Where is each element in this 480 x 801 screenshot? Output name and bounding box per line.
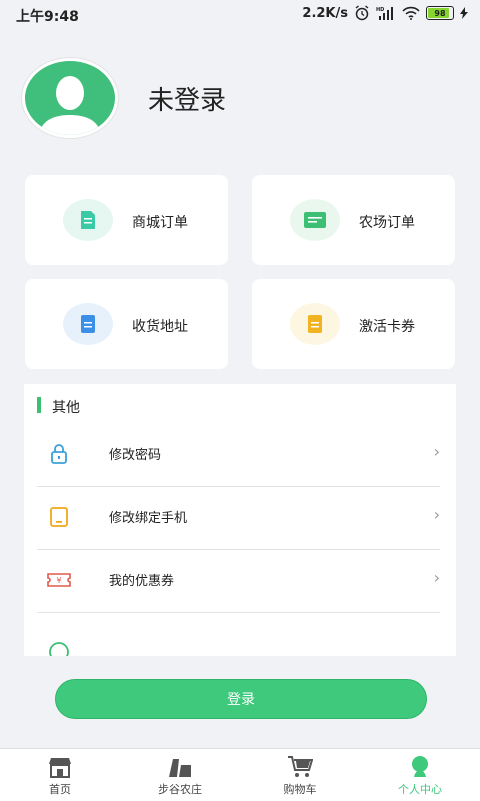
alarm-icon [355,5,369,21]
status-indicators: 2.2K/s HD 98 [302,5,468,21]
default-avatar-icon [39,76,101,135]
address-icon [81,315,95,333]
phone-icon [50,507,68,527]
status-bar: 上午9:48 2.2K/s HD 98 [0,0,480,30]
menu-item-my-coupons[interactable]: ¥ 我的优惠券 › [37,550,440,613]
username[interactable]: 未登录 [148,80,226,117]
tab-farm[interactable]: 步谷农庄 [120,749,240,801]
address-icon-wrap [63,303,113,345]
tab-label: 首页 [49,783,71,796]
cart-icon [288,756,313,777]
mall-order-icon-wrap [63,199,113,241]
farm-order-icon-wrap [290,199,340,241]
tab-label: 购物车 [283,783,317,796]
tab-home[interactable]: 首页 [0,749,120,801]
activate-coupon-card[interactable]: 激活卡券 [252,279,455,369]
lock-icon [51,444,67,464]
tab-label: 个人中心 [398,783,442,796]
battery-indicator: 98 [426,6,454,20]
farm-icon [169,759,191,777]
tab-personal-center[interactable]: 个人中心 [360,749,480,801]
menu-item-label: 修改绑定手机 [109,511,188,526]
status-time: 上午9:48 [16,9,79,25]
activate-coupon-icon [308,315,322,333]
menu-item-change-phone[interactable]: 修改绑定手机 › [37,487,440,550]
home-shop-icon [49,758,71,778]
partial-menu-icon [49,642,69,656]
activate-coupon-icon-wrap [290,303,340,345]
chevron-right-icon: › [433,505,440,524]
wifi-icon [402,6,420,20]
other-section-title: 其他 [52,400,80,416]
network-speed: 2.2K/s [302,5,348,21]
avatar[interactable] [22,58,118,138]
tab-cart[interactable]: 购物车 [240,749,360,801]
charging-icon [460,7,468,19]
activate-coupon-label: 激活卡券 [359,319,415,335]
section-accent-bar [37,397,41,413]
signal-icon: HD [376,7,393,20]
chevron-right-icon: › [433,442,440,461]
other-section: 其他 修改密码 › 修改绑定手机 › ¥ 我的优惠券 › [24,384,456,656]
address-card[interactable]: 收货地址 [25,279,228,369]
farm-order-icon [304,212,326,228]
mall-order-icon [81,211,95,229]
address-label: 收货地址 [132,319,188,335]
svg-text:HD: HD [376,7,384,13]
menu-item-label: 我的优惠券 [109,574,175,589]
coupon-icon: ¥ [47,573,71,587]
menu-item-change-password[interactable]: 修改密码 › [37,424,440,487]
login-button[interactable]: 登录 [55,679,427,719]
bottom-tab-bar: 首页 步谷农庄 购物车 个人中心 [0,748,480,801]
svg-text:¥: ¥ [56,576,61,585]
farm-order-card[interactable]: 农场订单 [252,175,455,265]
farm-order-label: 农场订单 [359,215,415,231]
battery-level: 98 [434,8,446,18]
mall-order-card[interactable]: 商城订单 [25,175,228,265]
person-icon [412,756,428,777]
menu-item-label: 修改密码 [109,448,162,463]
mall-order-label: 商城订单 [132,215,188,231]
tab-label: 步谷农庄 [158,783,202,796]
chevron-right-icon: › [433,568,440,587]
